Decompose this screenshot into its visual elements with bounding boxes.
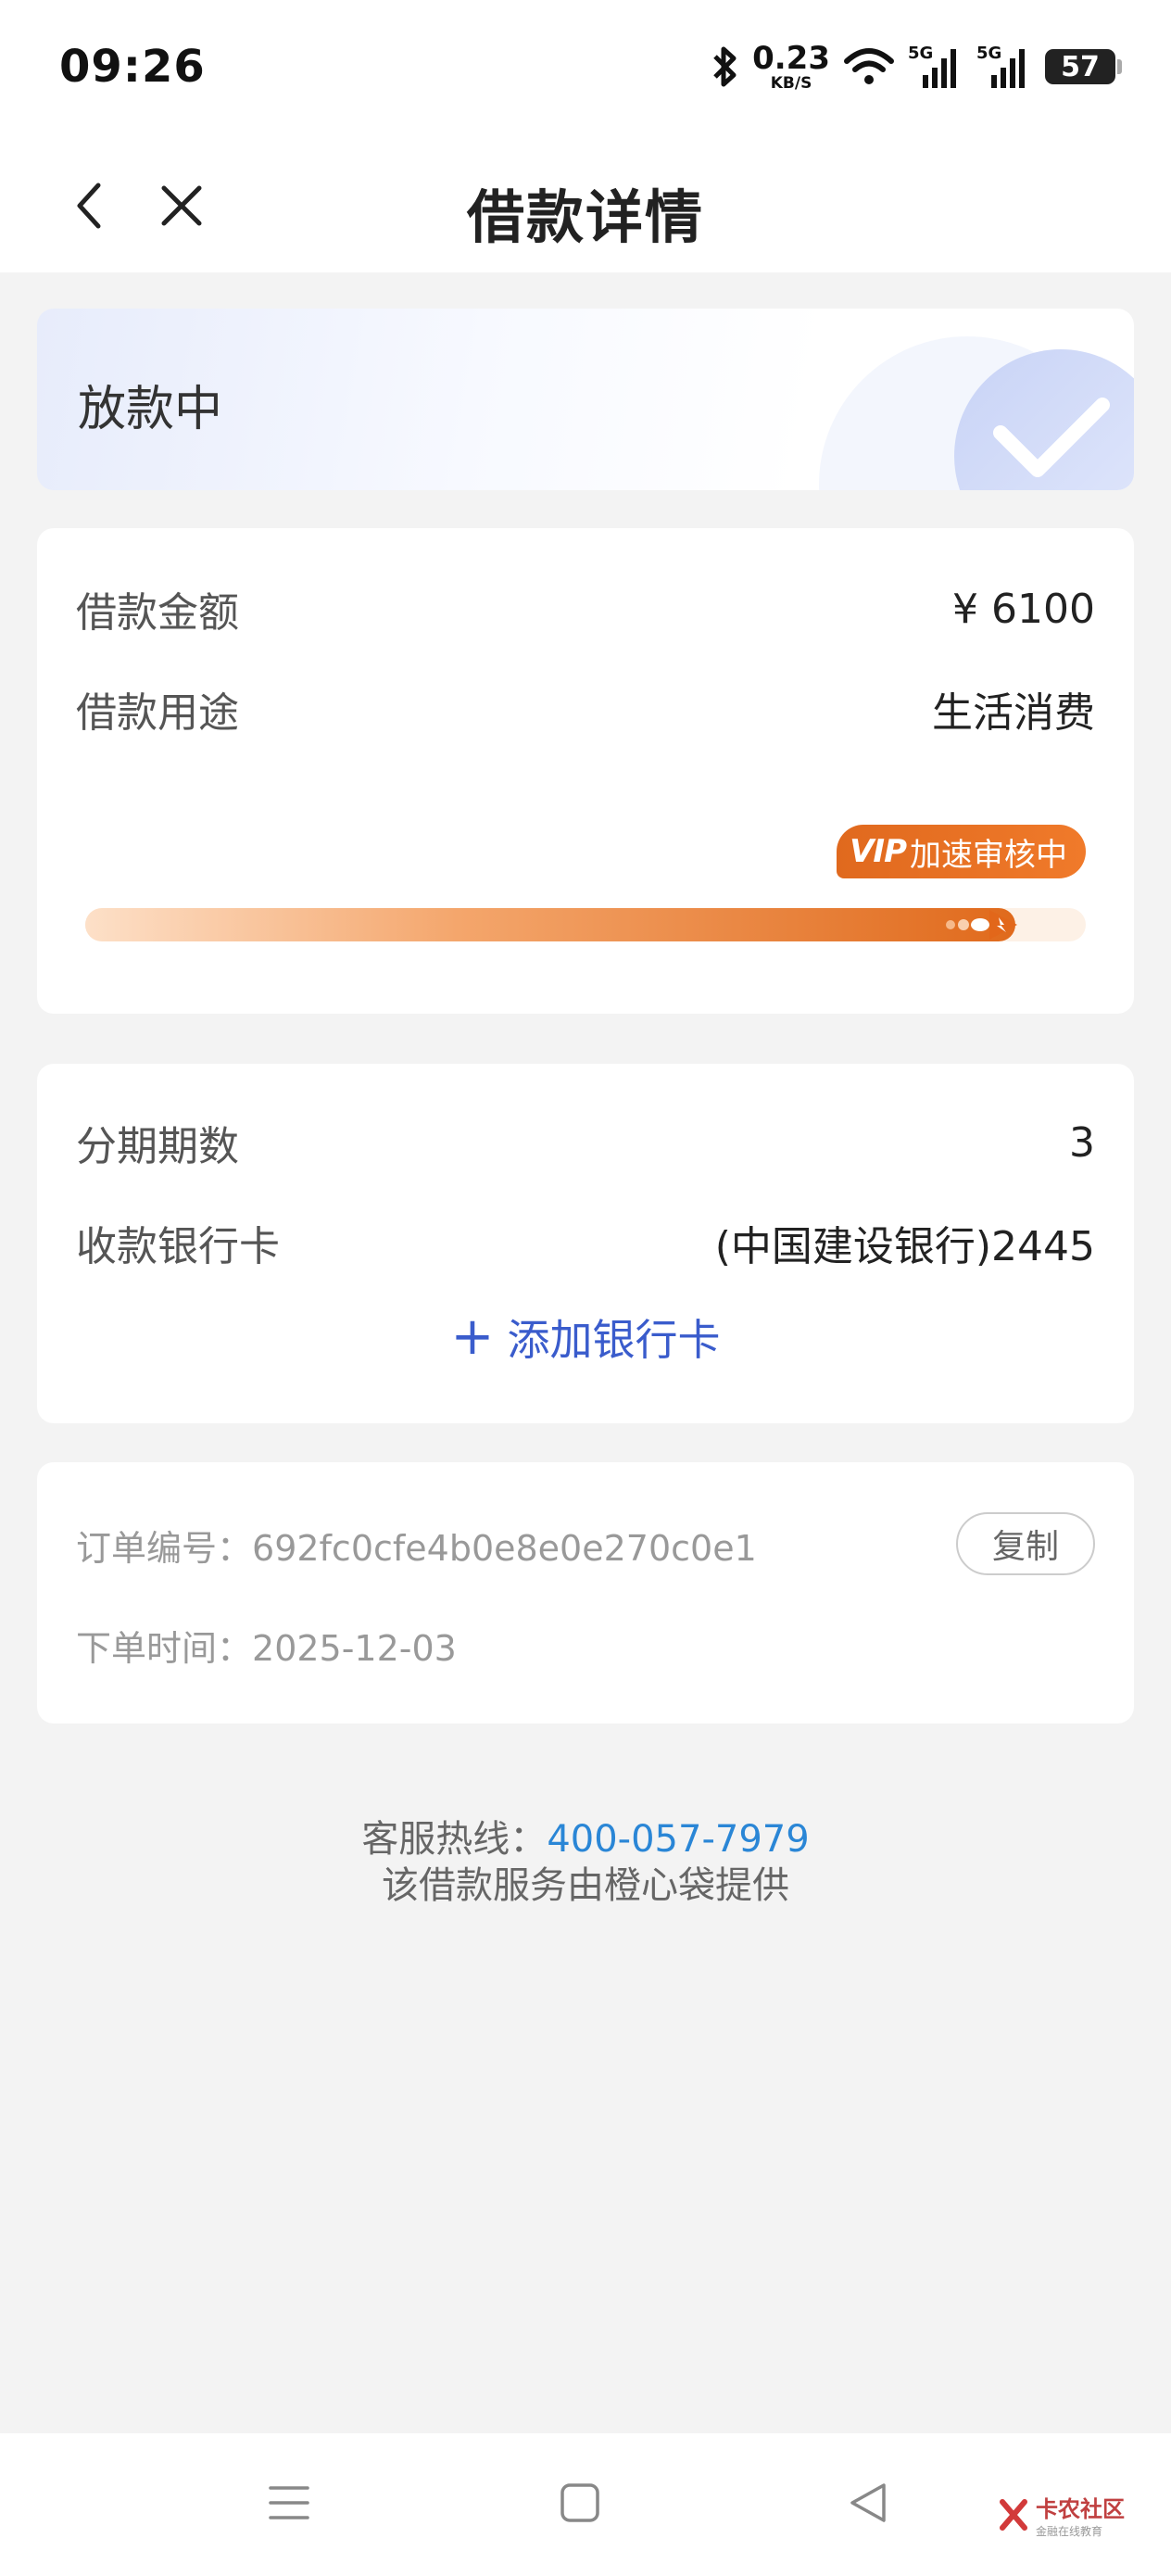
loan-amount-row: 借款金额 ¥ 6100 bbox=[76, 576, 1095, 641]
signal-icon: 5G bbox=[908, 44, 963, 90]
vip-badge-text: 加速审核中 bbox=[910, 836, 1067, 874]
back-nav-button[interactable] bbox=[830, 2470, 904, 2535]
check-badge bbox=[954, 349, 1134, 490]
wifi-icon bbox=[844, 48, 894, 84]
loan-status-text: 放款中 bbox=[78, 382, 223, 437]
net-speed: 0.23 KB/S bbox=[752, 43, 830, 92]
order-time-value: 2025-12-03 bbox=[252, 1628, 457, 1669]
kanong-logo-icon bbox=[1000, 2499, 1027, 2531]
order-number-label: 订单编号： bbox=[76, 1528, 253, 1569]
loan-amount-value: ¥ 6100 bbox=[952, 585, 1095, 633]
installment-periods-label: 分期期数 bbox=[76, 1123, 239, 1170]
copy-button[interactable]: 复制 bbox=[956, 1512, 1095, 1575]
vip-review-badge: VIP 加速审核中 bbox=[837, 825, 1086, 878]
net-speed-value: 0.23 bbox=[752, 39, 830, 77]
hotline-label: 客服热线： bbox=[361, 1818, 548, 1861]
status-bar: 09:26 0.23 KB/S 5G 5G 57 bbox=[0, 0, 1171, 139]
order-number: 订单编号：692fc0cfe4b0e8e0e270c0e1 bbox=[76, 1520, 757, 1571]
review-progress-bar bbox=[85, 908, 1086, 941]
loan-status-card: 放款中 bbox=[37, 309, 1134, 490]
rocket-icon bbox=[946, 910, 1018, 940]
order-time: 下单时间：2025-12-03 bbox=[76, 1620, 457, 1671]
add-bank-card-button[interactable]: + 添加银行卡 bbox=[37, 1305, 1134, 1370]
hotline-number-link[interactable]: 400-057-7979 bbox=[547, 1818, 809, 1861]
home-button[interactable] bbox=[543, 2470, 617, 2535]
watermark-sub: 金融在线教育 bbox=[1036, 2525, 1103, 2538]
watermark-text: 卡农社区 bbox=[1036, 2496, 1125, 2522]
loan-purpose-label: 借款用途 bbox=[76, 689, 239, 737]
system-nav-bar: 卡农社区 金融在线教育 bbox=[0, 2433, 1171, 2576]
bank-card-label: 收款银行卡 bbox=[76, 1223, 280, 1270]
order-time-label: 下单时间： bbox=[76, 1628, 253, 1669]
net-speed-unit: KB/S bbox=[770, 73, 812, 93]
installment-periods-value: 3 bbox=[1069, 1118, 1095, 1167]
battery-icon: 57 bbox=[1045, 49, 1122, 84]
status-icons: 0.23 KB/S 5G 5G 57 bbox=[710, 39, 1122, 95]
loan-amount-label: 借款金额 bbox=[76, 589, 239, 637]
check-icon bbox=[993, 398, 1110, 477]
provider-text: 该借款服务由橙心袋提供 bbox=[382, 1864, 789, 1907]
footer: 客服热线：400-057-7979 该借款服务由橙心袋提供 bbox=[0, 1816, 1171, 1909]
installment-card: 分期期数 3 收款银行卡 (中国建设银行)2445 + 添加银行卡 bbox=[37, 1064, 1134, 1423]
menu-icon bbox=[269, 2486, 309, 2519]
order-info-card: 订单编号：692fc0cfe4b0e8e0e270c0e1 复制 下单时间：20… bbox=[37, 1462, 1134, 1724]
menu-button[interactable] bbox=[252, 2470, 326, 2535]
order-number-value: 692fc0cfe4b0e8e0e270c0e1 bbox=[252, 1528, 757, 1569]
review-progress-fill bbox=[85, 908, 1016, 941]
loan-purpose-value: 生活消费 bbox=[932, 689, 1095, 737]
triangle-back-icon bbox=[850, 2483, 886, 2522]
add-bank-card-label: 添加银行卡 bbox=[507, 1315, 721, 1365]
loan-purpose-row: 借款用途 生活消费 bbox=[76, 676, 1095, 741]
page-title: 借款详情 bbox=[466, 183, 704, 251]
loan-info-card: 借款金额 ¥ 6100 借款用途 生活消费 VIP 加速审核中 bbox=[37, 528, 1134, 1014]
square-icon bbox=[560, 2483, 599, 2522]
bank-card-value: (中国建设银行)2445 bbox=[714, 1223, 1095, 1270]
status-time: 09:26 bbox=[59, 41, 206, 93]
plus-icon: + bbox=[450, 1307, 495, 1367]
bluetooth-icon bbox=[713, 46, 737, 87]
watermark: 卡农社区 金融在线教育 bbox=[999, 2491, 1125, 2539]
bank-card-row: 收款银行卡 (中国建设银行)2445 bbox=[76, 1210, 1095, 1275]
vip-label: VIP bbox=[850, 833, 907, 870]
installment-periods-row: 分期期数 3 bbox=[76, 1110, 1095, 1175]
nav-bar: 借款详情 bbox=[0, 139, 1171, 272]
hotline-line: 客服热线：400-057-7979 bbox=[0, 1816, 1171, 1863]
signal-icon-2: 5G bbox=[976, 44, 1032, 90]
